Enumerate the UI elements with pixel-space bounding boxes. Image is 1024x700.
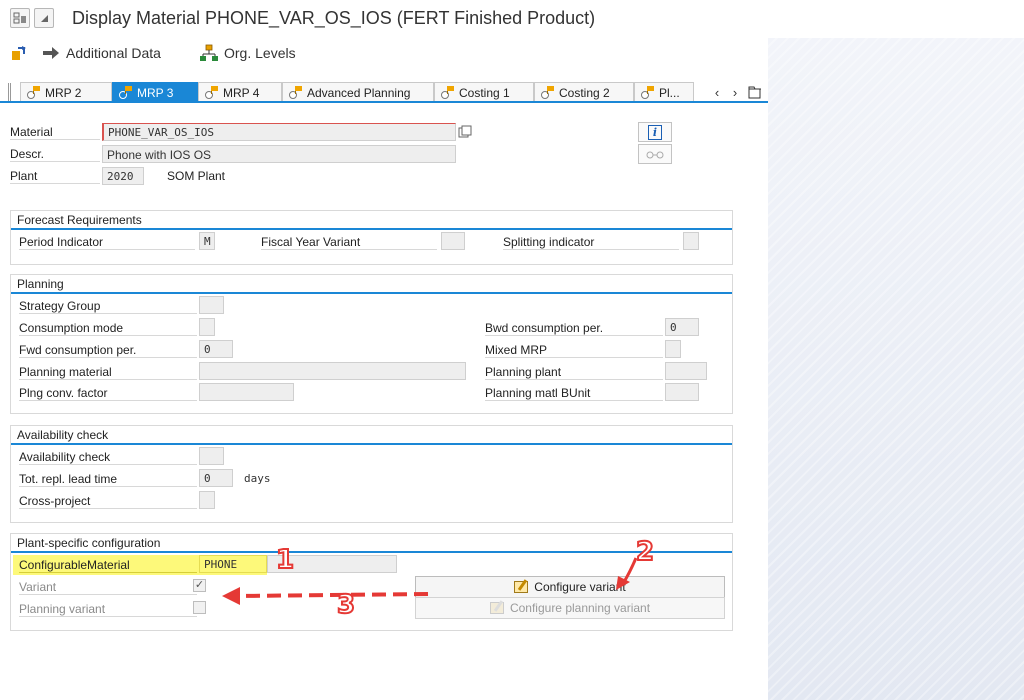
background-panel bbox=[768, 0, 1024, 700]
annotation-number-2: 2 bbox=[635, 536, 655, 568]
annotation-number-1: 1 bbox=[275, 544, 295, 576]
annotation-number-3: 3 bbox=[336, 589, 356, 621]
annotation-arrows bbox=[222, 557, 638, 605]
arrow-head-left bbox=[222, 587, 240, 605]
curved-arrow-line bbox=[622, 557, 638, 583]
dashed-arrow-line bbox=[237, 592, 429, 598]
